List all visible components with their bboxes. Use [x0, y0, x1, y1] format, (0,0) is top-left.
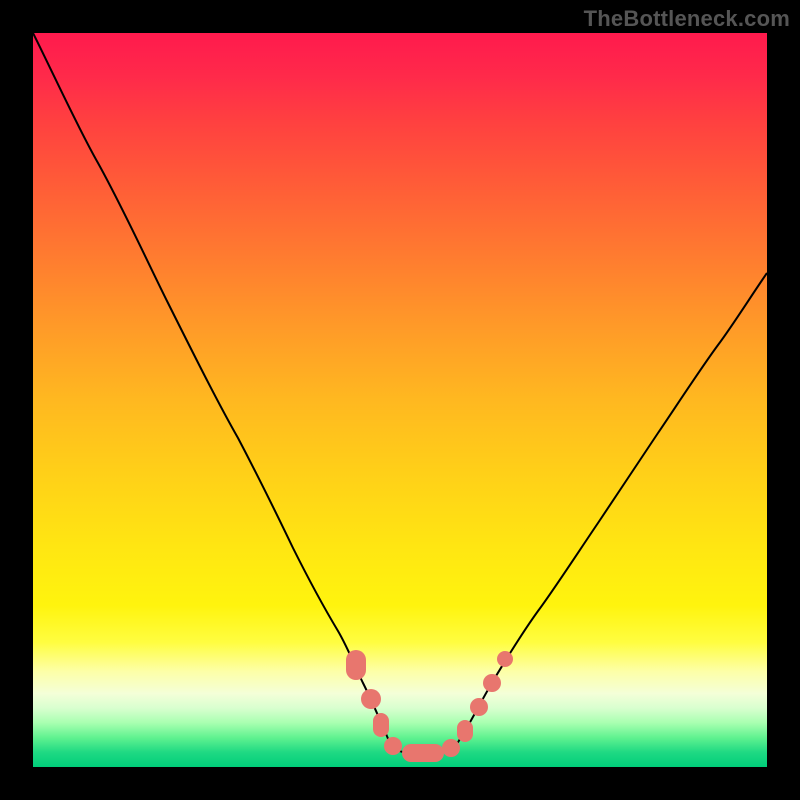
marker-7 — [457, 720, 473, 742]
marker-3 — [373, 713, 389, 737]
right-curve — [455, 273, 767, 747]
curves-layer — [33, 33, 767, 767]
watermark-text: TheBottleneck.com — [584, 6, 790, 32]
markers — [346, 650, 513, 762]
marker-6 — [442, 739, 460, 757]
right-curve-path — [455, 273, 767, 747]
marker-4 — [384, 737, 402, 755]
plot-area — [33, 33, 767, 767]
marker-1 — [346, 650, 366, 680]
chart-frame: TheBottleneck.com — [0, 0, 800, 800]
marker-10 — [497, 651, 513, 667]
left-curve-path — [33, 33, 391, 747]
left-curve — [33, 33, 391, 747]
marker-5 — [402, 744, 444, 762]
marker-8 — [470, 698, 488, 716]
marker-9 — [483, 674, 501, 692]
marker-2 — [361, 689, 381, 709]
